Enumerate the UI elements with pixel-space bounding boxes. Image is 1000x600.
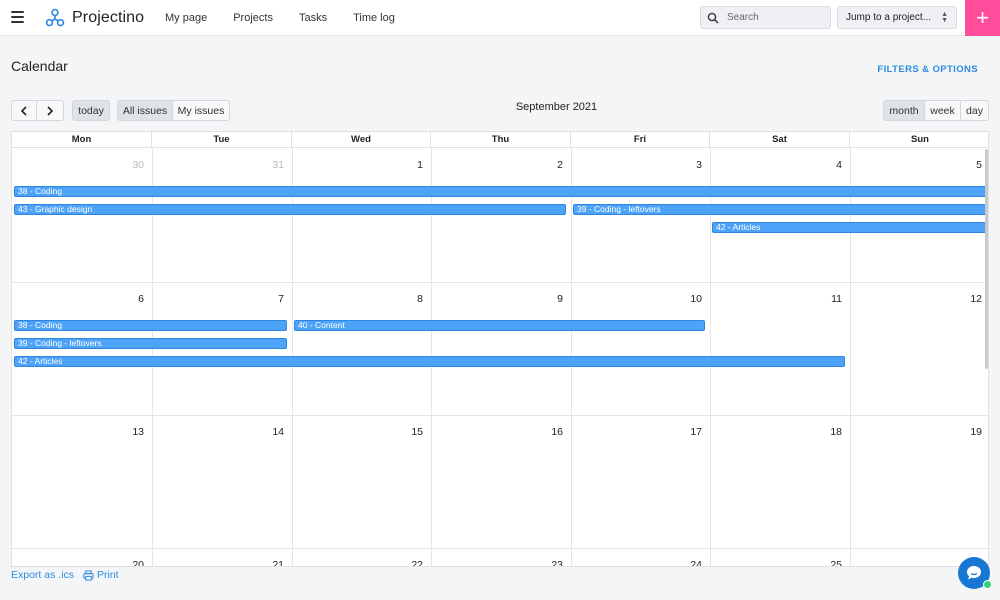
projectino-logo-icon: [45, 8, 65, 27]
weekday-header: Mon: [12, 132, 152, 148]
jump-to-project-label: Jump to a project...: [846, 12, 932, 23]
calendar-scrollbar[interactable]: [985, 149, 988, 369]
filters-options-link[interactable]: FILTERS & OPTIONS: [877, 64, 978, 75]
main-nav: My page Projects Tasks Time log: [165, 0, 421, 36]
calendar-event[interactable]: 40 - Content: [294, 320, 705, 331]
day-number[interactable]: 3: [662, 159, 702, 171]
online-status-dot: [983, 580, 992, 589]
page-title: Calendar: [11, 58, 68, 74]
print-link[interactable]: Print: [83, 569, 119, 581]
day-number[interactable]: 31: [244, 159, 284, 171]
add-new-button[interactable]: +: [965, 0, 1000, 36]
weekday-header: Sat: [710, 132, 850, 148]
nav-my-page[interactable]: My page: [165, 12, 207, 24]
day-number[interactable]: 20: [104, 559, 144, 566]
calendar-event[interactable]: 38 - Coding: [14, 186, 988, 197]
month-title: September 2021: [515, 101, 598, 113]
search-input[interactable]: [727, 12, 822, 23]
weekday-header: Thu: [431, 132, 571, 148]
printer-icon: [83, 569, 94, 581]
day-number[interactable]: 18: [802, 426, 842, 438]
day-number[interactable]: 13: [104, 426, 144, 438]
day-number[interactable]: 5: [942, 159, 982, 171]
calendar-event[interactable]: 38 - Coding: [14, 320, 287, 331]
day-number[interactable]: 16: [523, 426, 563, 438]
weekday-header: Wed: [292, 132, 431, 148]
hamburger-menu-icon[interactable]: [11, 11, 24, 23]
day-number[interactable]: 21: [244, 559, 284, 566]
day-number[interactable]: 17: [662, 426, 702, 438]
day-number[interactable]: 15: [383, 426, 423, 438]
grid-row-divider: [12, 415, 988, 416]
nav-time-log[interactable]: Time log: [353, 12, 395, 24]
chat-bubble-icon: [967, 566, 981, 580]
day-number[interactable]: 1: [383, 159, 423, 171]
day-number[interactable]: 25: [802, 559, 842, 566]
top-bar: Projectino My page Projects Tasks Time l…: [0, 0, 1000, 36]
day-number[interactable]: 4: [802, 159, 842, 171]
calendar-event[interactable]: 43 - Graphic design: [14, 204, 566, 215]
day-number[interactable]: 14: [244, 426, 284, 438]
day-number[interactable]: 24: [662, 559, 702, 566]
weekday-header-row: Mon Tue Wed Thu Fri Sat Sun: [12, 132, 988, 148]
day-number[interactable]: 19: [942, 426, 982, 438]
search-box[interactable]: [700, 6, 831, 29]
grid-row-divider: [12, 548, 988, 549]
view-month-button[interactable]: month: [883, 100, 925, 121]
day-number[interactable]: 30: [104, 159, 144, 171]
day-number[interactable]: 9: [523, 293, 563, 305]
nav-tasks[interactable]: Tasks: [299, 12, 327, 24]
month-calendar-grid: Mon Tue Wed Thu Fri Sat Sun 30 31 1 2 3 4 5 6 7 8 9 10 11 1…: [11, 131, 989, 567]
view-week-button[interactable]: week: [925, 100, 961, 121]
day-number[interactable]: 7: [244, 293, 284, 305]
calendar-event[interactable]: 42 - Articles: [712, 222, 988, 233]
day-number[interactable]: 22: [383, 559, 423, 566]
calendar-event[interactable]: 42 - Articles: [14, 356, 845, 367]
view-day-button[interactable]: day: [961, 100, 989, 121]
calendar-event[interactable]: 39 - Coding - leftovers: [573, 204, 988, 215]
calendar-event[interactable]: 39 - Coding - leftovers: [14, 338, 287, 349]
weekday-header: Fri: [571, 132, 710, 148]
app-name: Projectino: [72, 9, 145, 26]
grid-row-divider: [12, 282, 988, 283]
day-number[interactable]: 23: [523, 559, 563, 566]
weekday-header: Tue: [152, 132, 292, 148]
export-ics-link[interactable]: Export as .ics: [11, 569, 74, 581]
day-number[interactable]: 12: [942, 293, 982, 305]
day-number[interactable]: 6: [104, 293, 144, 305]
day-number[interactable]: 2: [523, 159, 563, 171]
select-arrows-icon: ▲ ▼: [941, 11, 948, 24]
app-logo[interactable]: Projectino: [44, 7, 144, 29]
print-label: Print: [97, 569, 119, 581]
jump-to-project-select[interactable]: Jump to a project... ▲ ▼: [837, 6, 957, 29]
day-number[interactable]: 8: [383, 293, 423, 305]
weekday-header: Sun: [911, 134, 929, 145]
search-icon: [707, 12, 719, 24]
day-number[interactable]: 11: [802, 293, 842, 305]
nav-projects[interactable]: Projects: [233, 12, 273, 24]
day-number[interactable]: 10: [662, 293, 702, 305]
